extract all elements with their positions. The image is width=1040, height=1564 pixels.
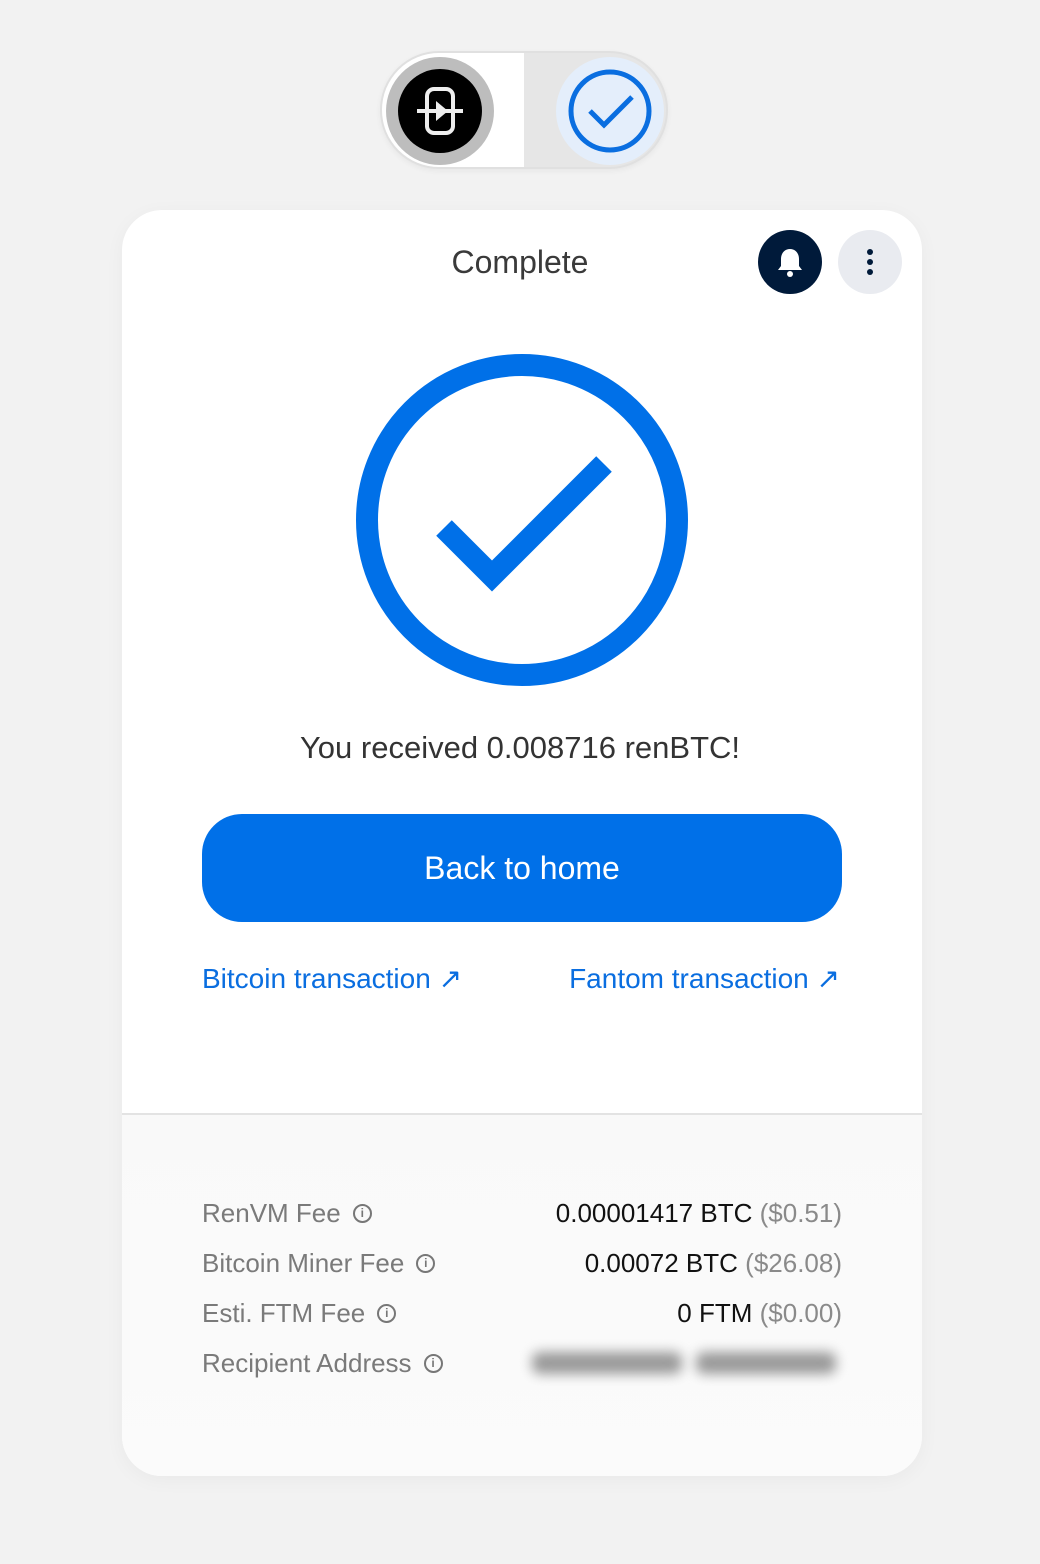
step-toggle xyxy=(380,51,668,169)
fantom-transaction-link[interactable]: Fantom transaction ↗ xyxy=(569,962,840,995)
fee-row: RenVM Fee i 0.00001417 BTC ($0.51) xyxy=(202,1193,842,1233)
fee-value: 0.00072 BTC xyxy=(584,1247,738,1278)
back-to-home-button[interactable]: Back to home xyxy=(202,814,842,922)
info-icon[interactable]: i xyxy=(416,1253,436,1273)
check-circle-icon xyxy=(568,69,652,153)
info-icon[interactable]: i xyxy=(352,1203,372,1223)
fee-value: 0 FTM xyxy=(677,1297,753,1328)
fee-label: Esti. FTM Fee xyxy=(202,1297,366,1328)
recipient-row: Recipient Address i xyxy=(202,1343,842,1383)
bell-icon xyxy=(778,249,802,277)
step-complete-button[interactable] xyxy=(556,57,664,165)
divider xyxy=(122,1113,922,1115)
large-check-circle-icon xyxy=(356,354,688,686)
fee-value: 0.00001417 BTC xyxy=(555,1197,753,1228)
fee-usd: ($0.51) xyxy=(759,1197,842,1228)
fee-usd: ($0.00) xyxy=(759,1297,842,1328)
fee-label: RenVM Fee xyxy=(202,1197,341,1228)
fee-row: Esti. FTM Fee i 0 FTM ($0.00) xyxy=(202,1293,842,1333)
received-message: You received 0.008716 renBTC! xyxy=(299,730,741,765)
recipient-address-blurred xyxy=(532,1352,842,1374)
fee-label: Bitcoin Miner Fee xyxy=(202,1247,405,1278)
recipient-label: Recipient Address xyxy=(202,1347,412,1378)
info-icon[interactable]: i xyxy=(423,1353,443,1373)
bitcoin-transaction-link[interactable]: Bitcoin transaction ↗ xyxy=(202,962,462,995)
info-icon[interactable]: i xyxy=(377,1303,397,1323)
fee-usd: ($26.08) xyxy=(745,1247,842,1278)
step-mint-button[interactable] xyxy=(386,57,494,165)
more-vertical-icon xyxy=(867,249,873,275)
more-options-button[interactable] xyxy=(838,230,902,294)
fee-row: Bitcoin Miner Fee i 0.00072 BTC ($26.08) xyxy=(202,1243,842,1283)
mint-arrow-icon xyxy=(417,87,463,135)
notifications-button[interactable] xyxy=(758,230,822,294)
